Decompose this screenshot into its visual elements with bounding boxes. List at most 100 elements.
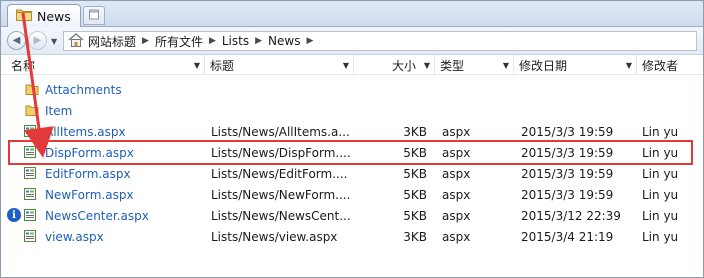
column-label: 标题	[210, 58, 235, 73]
breadcrumb-item[interactable]: Lists ▶	[222, 34, 262, 48]
column-type[interactable]: 类型 ▼	[436, 55, 514, 75]
file-name[interactable]: AllItems.aspx	[45, 121, 225, 142]
column-label: 修改者	[642, 58, 679, 73]
file-size: 5KB	[403, 145, 427, 160]
info-icon[interactable]: i	[7, 208, 21, 222]
file-title: Lists/News/AllItems.a...	[211, 124, 350, 139]
file-title: Lists/News/DispForm....	[211, 145, 351, 160]
back-arrow-icon: ◀	[12, 35, 21, 46]
table-row[interactable]: EditForm.aspx Lists/News/EditForm.... 5K…	[1, 163, 703, 184]
aspx-file-icon	[23, 124, 37, 138]
file-type: aspx	[442, 208, 471, 223]
address-bar: ◀ ▶ ▼ 网站标题 ▶ 所有文件 ▶ Lists ▶ News ▶	[1, 27, 703, 55]
column-name[interactable]: 名称 ▼	[7, 55, 205, 75]
home-icon[interactable]	[68, 32, 84, 50]
filter-dropdown-icon[interactable]: ▼	[626, 61, 632, 70]
back-button[interactable]: ◀	[7, 31, 26, 50]
aspx-file-icon	[23, 229, 37, 243]
column-label: 类型	[440, 58, 465, 73]
forward-arrow-icon: ▶	[33, 35, 42, 46]
file-type: aspx	[442, 166, 471, 181]
file-modified-date: 2015/3/3 19:59	[521, 187, 614, 202]
tab-news[interactable]: News	[7, 4, 81, 27]
file-type: aspx	[442, 124, 471, 139]
file-type: aspx	[442, 145, 471, 160]
breadcrumb-label: 网站标题	[88, 34, 137, 49]
folder-icon	[25, 103, 39, 117]
file-size: 3KB	[403, 124, 427, 139]
chevron-right-icon[interactable]: ▶	[306, 36, 313, 46]
aspx-file-icon	[23, 145, 37, 159]
list-item[interactable]: Item	[1, 100, 703, 121]
column-modified[interactable]: 修改日期 ▼	[515, 55, 637, 75]
column-modified-by[interactable]: 修改者	[638, 55, 703, 75]
column-size[interactable]: 大小 ▼	[355, 55, 435, 75]
breadcrumb-label: News	[268, 34, 301, 48]
file-title: Lists/News/view.aspx	[211, 229, 338, 244]
table-row[interactable]: NewForm.aspx Lists/News/NewForm.... 5KB …	[1, 184, 703, 205]
filter-dropdown-icon[interactable]: ▼	[503, 61, 509, 70]
filter-dropdown-icon[interactable]: ▼	[343, 61, 349, 70]
file-name[interactable]: DispForm.aspx	[45, 142, 225, 163]
table-row[interactable]: DispForm.aspx Lists/News/DispForm.... 5K…	[1, 142, 703, 163]
file-modified-by: Lin yu	[642, 187, 679, 202]
file-size: 5KB	[403, 166, 427, 181]
recent-pages-dropdown-icon[interactable]: ▼	[51, 37, 57, 46]
aspx-file-icon	[23, 208, 37, 222]
file-type: aspx	[442, 187, 471, 202]
file-modified-date: 2015/3/3 19:59	[521, 124, 614, 139]
file-name[interactable]: view.aspx	[45, 226, 225, 247]
forward-button[interactable]: ▶	[28, 31, 47, 50]
file-modified-date: 2015/3/3 19:59	[521, 166, 614, 181]
file-name[interactable]: NewsCenter.aspx	[45, 205, 225, 226]
file-size: 5KB	[403, 187, 427, 202]
file-name[interactable]: Item	[45, 100, 225, 121]
filter-dropdown-icon[interactable]: ▼	[194, 61, 200, 70]
file-size: 3KB	[403, 229, 427, 244]
breadcrumb-item[interactable]: News ▶	[268, 34, 313, 48]
list-item[interactable]: Attachments	[1, 79, 703, 100]
file-name[interactable]: EditForm.aspx	[45, 163, 225, 184]
breadcrumb-item[interactable]: 所有文件 ▶	[155, 33, 216, 50]
breadcrumb[interactable]: 网站标题 ▶ 所有文件 ▶ Lists ▶ News ▶	[63, 31, 697, 51]
column-header: 名称 ▼ 标题 ▼ 大小 ▼ 类型 ▼ 修改日期 ▼ 修改者	[1, 55, 703, 75]
breadcrumb-label: Lists	[221, 34, 250, 48]
table-row[interactable]: view.aspx Lists/News/view.aspx 3KB aspx …	[1, 226, 703, 247]
file-modified-by: Lin yu	[642, 166, 679, 181]
chevron-right-icon[interactable]: ▶	[255, 36, 262, 46]
breadcrumb-item[interactable]: 网站标题 ▶	[88, 33, 149, 50]
aspx-file-icon	[23, 166, 37, 180]
file-name[interactable]: NewForm.aspx	[45, 184, 225, 205]
table-row[interactable]: i NewsCenter.aspx Lists/News/NewsCent...…	[1, 205, 703, 226]
table-row[interactable]: AllItems.aspx Lists/News/AllItems.a... 3…	[1, 121, 703, 142]
file-title: Lists/News/EditForm....	[211, 166, 348, 181]
file-modified-date: 2015/3/12 22:39	[521, 208, 621, 223]
chevron-right-icon[interactable]: ▶	[209, 36, 216, 46]
folder-icon	[16, 8, 32, 24]
file-title: Lists/News/NewsCent...	[211, 208, 351, 223]
file-modified-by: Lin yu	[642, 124, 679, 139]
file-modified-by: Lin yu	[642, 229, 679, 244]
column-label: 名称	[11, 58, 36, 73]
breadcrumb-label: 所有文件	[154, 34, 203, 49]
file-modified-date: 2015/3/3 19:59	[521, 145, 614, 160]
chevron-right-icon[interactable]: ▶	[142, 36, 149, 46]
tab-strip: News	[1, 1, 703, 27]
filter-dropdown-icon[interactable]: ▼	[424, 61, 430, 70]
column-title[interactable]: 标题 ▼	[206, 55, 354, 75]
explorer-window: News ◀ ▶ ▼ 网站标题 ▶ 所有文件 ▶ Lists ▶ News ▶ …	[0, 0, 704, 278]
new-tab-icon	[88, 8, 100, 23]
file-name[interactable]: Attachments	[45, 79, 225, 100]
new-tab-button[interactable]	[83, 6, 105, 25]
tab-label: News	[37, 8, 71, 24]
aspx-file-icon	[23, 187, 37, 201]
file-size: 5KB	[403, 208, 427, 223]
file-type: aspx	[442, 229, 471, 244]
file-modified-by: Lin yu	[642, 208, 679, 223]
folder-icon	[25, 82, 39, 96]
column-label: 修改日期	[519, 58, 568, 73]
file-title: Lists/News/NewForm....	[211, 187, 351, 202]
file-modified-by: Lin yu	[642, 145, 679, 160]
column-label: 大小	[391, 58, 416, 73]
file-modified-date: 2015/3/4 21:19	[521, 229, 614, 244]
